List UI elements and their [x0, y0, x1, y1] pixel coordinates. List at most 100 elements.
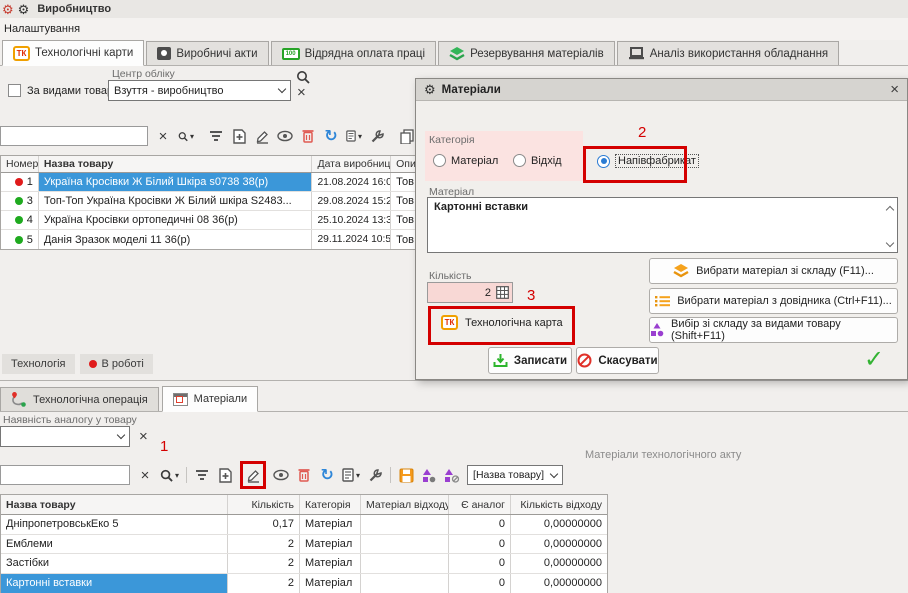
- center-combobox[interactable]: Взуття - виробництво: [108, 80, 291, 101]
- col-number[interactable]: Номер: [1, 156, 39, 172]
- tab-tech-operation[interactable]: Технологічна операція: [0, 387, 159, 411]
- table-row[interactable]: 3 Топ-Топ Україна Кросівки Ж Білий шкіра…: [1, 192, 417, 211]
- add-icon[interactable]: [217, 465, 233, 485]
- col-waste-material[interactable]: Матеріал відходу: [361, 495, 449, 514]
- clipboard-menu-icon[interactable]: ▾: [346, 126, 362, 146]
- wrench-icon[interactable]: [367, 465, 383, 485]
- tab-materials[interactable]: Матеріали: [162, 386, 258, 412]
- cell-waste-qty: 0,00000000: [511, 574, 607, 593]
- select-by-product-type-button[interactable]: Вибір зі складу за видами товару (Shift+…: [649, 317, 898, 343]
- clear-search-icon[interactable]: ×: [137, 465, 153, 485]
- col-has-analog[interactable]: Є аналог: [449, 495, 511, 514]
- radio-waste[interactable]: Відхід: [513, 154, 562, 167]
- delete-icon[interactable]: [300, 126, 316, 146]
- main-tabstrip: ТК Технологічні карти Виробничі акти 100…: [0, 40, 908, 66]
- col-name[interactable]: Назва товару: [1, 495, 228, 514]
- by-type-filter[interactable]: За видами товару: [8, 84, 118, 97]
- material-textarea[interactable]: Картонні вставки: [427, 197, 898, 253]
- col-waste-qty[interactable]: Кількість відходу: [511, 495, 607, 514]
- row-name[interactable]: Україна Кросівки ортопедичні 08 36(р): [39, 211, 313, 229]
- analog-combobox[interactable]: [0, 426, 130, 447]
- view-icon[interactable]: [277, 126, 293, 146]
- cell-name[interactable]: Картонні вставки: [1, 574, 228, 593]
- col-desc[interactable]: Опи: [391, 156, 417, 172]
- cell-name[interactable]: Застібки: [1, 554, 228, 573]
- cell-analog: 0: [449, 535, 511, 554]
- refresh-icon[interactable]: ↻: [323, 126, 339, 146]
- status-tab-technology[interactable]: Технологія: [2, 354, 75, 374]
- col-qty[interactable]: Кількість: [228, 495, 300, 514]
- view-icon[interactable]: [273, 465, 289, 485]
- delete-icon[interactable]: [296, 465, 312, 485]
- table-row[interactable]: Застібки 2 Матеріал 0 0,00000000: [1, 554, 607, 574]
- top-search-input[interactable]: [0, 126, 148, 146]
- row-date: 29.11.2024 10:51:19: [312, 230, 391, 249]
- select-from-stock-button[interactable]: Вибрати матеріал зі складу (F11)...: [649, 258, 898, 284]
- app-title: Виробництво: [37, 3, 111, 15]
- col-name[interactable]: Назва товару: [39, 156, 313, 172]
- by-type-checkbox[interactable]: [8, 84, 21, 97]
- tab-piecework-pay[interactable]: 100 Відрядна оплата праці: [271, 41, 436, 65]
- tab-label: Відрядна оплата праці: [305, 48, 425, 60]
- table-row-selected[interactable]: Картонні вставки 2 Матеріал 0 0,00000000: [1, 574, 607, 593]
- table-row[interactable]: 4 Україна Кросівки ортопедичні 08 36(р) …: [1, 211, 417, 230]
- cell-name[interactable]: ДніпропетровськЕко 5: [1, 515, 228, 534]
- radio-icon[interactable]: [513, 154, 526, 167]
- edit-icon[interactable]: [254, 126, 270, 146]
- table-row[interactable]: Емблеми 2 Матеріал 0 0,00000000: [1, 535, 607, 555]
- tab-material-reservation[interactable]: Резервування матеріалів: [438, 41, 615, 65]
- confirm-check-icon[interactable]: ✓: [864, 345, 884, 374]
- tab-tech-cards[interactable]: ТК Технологічні карти: [2, 40, 144, 66]
- tab-equipment-analysis[interactable]: Аналіз використання обладнання: [617, 41, 839, 65]
- dialog-titlebar[interactable]: ⚙ Матеріали ×: [416, 79, 907, 101]
- clipboard-menu-icon[interactable]: ▾: [342, 465, 360, 485]
- copy-icon[interactable]: [399, 126, 415, 146]
- analog-clear-icon[interactable]: ×: [139, 429, 148, 444]
- status-label: Технологія: [11, 358, 66, 370]
- row-name[interactable]: Данія Зразок моделі 11 36(р): [39, 230, 313, 249]
- select-from-reference-button[interactable]: Вибрати матеріал з довідника (Ctrl+F11).…: [649, 288, 898, 314]
- calculator-icon[interactable]: [496, 286, 509, 299]
- filter-icon[interactable]: [194, 465, 210, 485]
- row-name[interactable]: Топ-Топ Україна Кросівки Ж Білий шкіра S…: [39, 192, 313, 210]
- clear-search-icon[interactable]: ×: [155, 126, 171, 146]
- cell-waste: [361, 535, 449, 554]
- group-by-combobox[interactable]: [Назва товару]: [467, 465, 563, 485]
- dialog-close-icon[interactable]: ×: [890, 81, 899, 98]
- status-dot-green: [15, 197, 23, 205]
- search-menu-icon[interactable]: ▾: [160, 465, 179, 485]
- qty-input[interactable]: 2: [427, 282, 513, 303]
- refresh-icon[interactable]: ↻: [319, 465, 335, 485]
- save-floppy-icon[interactable]: [398, 465, 414, 485]
- search-menu-icon[interactable]: ▾: [178, 126, 194, 146]
- wrench-icon[interactable]: [369, 126, 385, 146]
- radio-icon[interactable]: [433, 154, 446, 167]
- save-button[interactable]: Записати: [488, 347, 572, 374]
- shapes-icon[interactable]: [421, 465, 437, 485]
- col-category[interactable]: Категорія: [300, 495, 361, 514]
- in-progress-dot: [89, 360, 97, 368]
- chevron-down-icon: [550, 469, 558, 477]
- edit-icon-annotated[interactable]: [240, 461, 266, 489]
- radio-material[interactable]: Матеріал: [433, 154, 498, 167]
- table-row[interactable]: 1 Україна Кросівки Ж Білий Шкіра s0738 3…: [1, 173, 417, 192]
- row-name[interactable]: Україна Кросівки Ж Білий Шкіра s0738 38(…: [39, 173, 313, 191]
- col-date[interactable]: Дата виробництва: [312, 156, 391, 172]
- table-row[interactable]: ДніпропетровськЕко 5 0,17 Матеріал 0 0,0…: [1, 515, 607, 535]
- menu-settings[interactable]: Налаштування: [4, 23, 80, 35]
- center-search-icon[interactable]: [296, 70, 310, 84]
- status-tab-in-progress[interactable]: В роботі: [80, 354, 153, 374]
- filter-icon[interactable]: [208, 126, 224, 146]
- scroll-up-icon[interactable]: [887, 204, 893, 213]
- row-desc: Тов: [391, 192, 417, 210]
- bottom-search-input[interactable]: [0, 465, 130, 485]
- center-clear-icon[interactable]: ×: [297, 85, 306, 100]
- shapes-exclude-icon[interactable]: [444, 465, 460, 485]
- cell-name[interactable]: Емблеми: [1, 535, 228, 554]
- cancel-button[interactable]: Скасувати: [576, 347, 659, 374]
- tab-production-acts[interactable]: Виробничі акти: [146, 41, 268, 65]
- button-label: Вибір зі складу за видами товару (Shift+…: [671, 318, 897, 342]
- add-icon[interactable]: [231, 126, 247, 146]
- scroll-down-icon[interactable]: [887, 243, 893, 246]
- table-row[interactable]: 5 Данія Зразок моделі 11 36(р) 29.11.202…: [1, 230, 417, 249]
